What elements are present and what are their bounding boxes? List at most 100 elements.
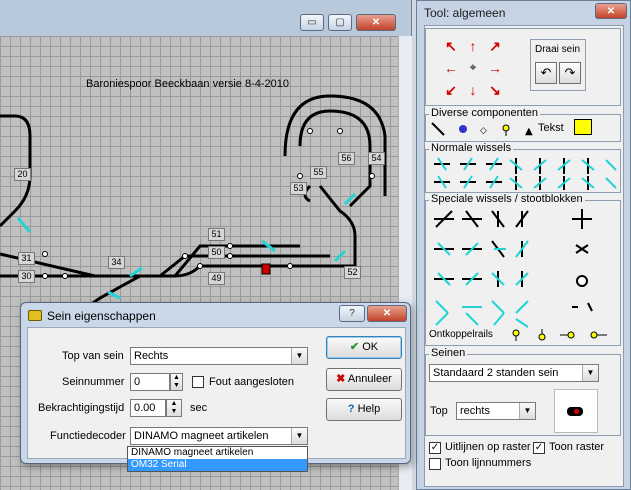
minimize-button[interactable]: ▭ <box>300 14 324 31</box>
tool-close-button[interactable]: ✕ <box>595 3 627 19</box>
top-select[interactable]: rechts ▼ <box>456 402 536 420</box>
top-van-sein-value: Rechts <box>134 350 169 362</box>
track-label-55: 55 <box>310 166 327 179</box>
bekrachtigingstijd-label: Bekrachtigingstijd <box>38 402 125 414</box>
help-button[interactable]: ? Help <box>326 398 402 421</box>
annuleer-button[interactable]: ✖ Annuleer <box>326 368 402 391</box>
seinnummer-label: Seinnummer <box>62 376 125 388</box>
signal-marker[interactable] <box>261 263 271 275</box>
toon-lijnnummers-label: Toon lijnnummers <box>445 457 532 469</box>
chevron-down-icon: ▼ <box>291 348 307 364</box>
signal-preview-body <box>567 407 583 416</box>
fout-aangesloten-checkbox[interactable] <box>192 376 204 388</box>
ok-button-label: OK <box>362 341 379 353</box>
arrow-right-icon[interactable]: → <box>488 61 502 75</box>
svg-text:◇: ◇ <box>480 126 487 136</box>
rotate-right-button[interactable]: ↷ <box>559 62 581 84</box>
dialog-app-icon <box>28 310 42 321</box>
ontkoppelrails-label: Ontkoppelrails <box>429 329 493 340</box>
seinen-select-value: Standaard 2 standen sein <box>433 367 559 379</box>
arrow-down-left-icon[interactable]: ↙ <box>444 83 458 97</box>
top-van-sein-label: Top van sein <box>62 350 124 362</box>
arrow-up-left-icon[interactable]: ↖ <box>444 39 458 53</box>
toon-lijnnummers-checkbox[interactable] <box>429 458 441 470</box>
tool-window: Tool: algemeen ✕ ↖ ↑ ↗ ← ⌖ → ↙ ↓ ↘ Draai… <box>416 0 631 490</box>
help-button-label: Help <box>357 403 381 415</box>
chevron-down-icon: ▼ <box>291 428 307 444</box>
seinen-label: Seinen <box>429 347 468 359</box>
window-caption-buttons: ▭ ▢ ✕ <box>300 14 410 34</box>
draai-sein-group: Draai sein ↶ ↷ <box>530 39 586 91</box>
dropdown-option-om32[interactable]: OM32 Serial <box>128 459 307 471</box>
seinen-select[interactable]: Standaard 2 standen sein ▼ <box>429 364 599 382</box>
track-label-54: 54 <box>368 152 385 165</box>
uitlijnen-checkbox[interactable]: ✓ <box>429 442 441 454</box>
normale-wissels-group: Normale wissels <box>425 142 621 193</box>
toon-raster-label: Toon raster <box>549 441 605 453</box>
checkmark-icon: ✔ <box>349 341 360 353</box>
diverse-label: Diverse componenten <box>429 107 541 119</box>
dialog-body: Top van sein Rechts ▼ Seinnummer 0 ▲ ▼ Fo… <box>27 327 406 459</box>
speciale-wissels-label: Speciale wissels / stootblokken <box>429 193 585 205</box>
maximize-button[interactable]: ▢ <box>328 14 352 31</box>
pointer-icon[interactable]: ⌖ <box>466 61 480 75</box>
top-label: Top <box>430 405 448 417</box>
toon-raster-checkbox[interactable]: ✓ <box>533 442 545 454</box>
draai-sein-label: Draai sein <box>535 44 581 55</box>
track-label-34: 34 <box>108 256 125 269</box>
color-swatch[interactable] <box>574 119 592 135</box>
svg-text:▲: ▲ <box>525 126 533 137</box>
speciale-wissels-tools[interactable] <box>432 209 618 329</box>
speciale-wissels-group: Speciale wissels / stootblokken Ontkoppe… <box>425 193 621 346</box>
uitlijnen-label: Uitlijnen op raster <box>445 441 531 453</box>
dropdown-option-dinamo[interactable]: DINAMO magneet artikelen <box>128 447 307 459</box>
tekst-label[interactable]: Tekst <box>538 122 564 134</box>
normale-wissels-label: Normale wissels <box>429 142 514 154</box>
help-question-icon: ? <box>347 403 355 415</box>
functiedecoder-value: DINAMO magneet artikelen <box>134 430 269 442</box>
track-label-31: 31 <box>18 252 35 265</box>
arrow-up-right-icon[interactable]: ↗ <box>488 39 502 53</box>
dialog-help-caption-button[interactable]: ? <box>339 305 365 322</box>
track-label-50: 50 <box>208 246 225 259</box>
track-label-20: 20 <box>14 168 31 181</box>
tool-window-title: Tool: algemeen <box>424 6 506 20</box>
track-label-30: 30 <box>18 270 35 283</box>
track-label-49: 49 <box>208 272 225 285</box>
track-label-56: 56 <box>338 152 355 165</box>
chevron-down-icon: ▼ <box>582 365 598 381</box>
fout-aangesloten-label: Fout aangesloten <box>209 376 295 388</box>
layout-title: Baroniespoor Beeckbaan versie 8-4-2010 <box>86 78 290 90</box>
seinnummer-stepper[interactable]: ▲ ▼ <box>170 373 183 391</box>
arrow-left-icon[interactable]: ← <box>444 61 458 75</box>
arrow-down-right-icon[interactable]: ↘ <box>488 83 502 97</box>
dialog-close-button[interactable]: ✕ <box>367 305 407 322</box>
ontkoppelrails-tools[interactable] <box>510 327 620 343</box>
bekrachtigingstijd-stepper[interactable]: ▲ ▼ <box>166 399 182 417</box>
arrow-up-icon[interactable]: ↑ <box>466 39 480 53</box>
arrow-down-icon[interactable]: ↓ <box>466 83 480 97</box>
top-select-value: rechts <box>460 405 490 417</box>
seinen-group: Seinen Standaard 2 standen sein ▼ Top re… <box>425 347 621 436</box>
cancel-x-icon: ✖ <box>336 373 346 385</box>
bekrachtigingstijd-input[interactable]: 0.00 <box>130 399 166 417</box>
sec-label: sec <box>190 402 208 414</box>
track-label-51: 51 <box>208 228 225 241</box>
diverse-group: Diverse componenten ◇ ▲ Tekst <box>425 107 621 142</box>
chevron-down-icon: ▼ <box>519 403 535 419</box>
functiedecoder-label: Functiedecoder <box>50 430 126 442</box>
close-button[interactable]: ✕ <box>356 14 396 31</box>
ok-button[interactable]: ✔ OK <box>326 336 402 359</box>
direction-group: ↖ ↑ ↗ ← ⌖ → ↙ ↓ ↘ Draai sein ↶ ↷ <box>425 28 621 106</box>
signal-light-icon <box>574 409 579 414</box>
track-label-53: 53 <box>290 182 307 195</box>
dialog-title: Sein eigenschappen <box>47 309 156 323</box>
rotate-left-button[interactable]: ↶ <box>535 62 557 84</box>
annuleer-button-label: Annuleer <box>347 373 392 385</box>
functiedecoder-select[interactable]: DINAMO magneet artikelen ▼ <box>130 427 308 445</box>
signal-preview <box>554 389 598 433</box>
track-label-52: 52 <box>344 266 361 279</box>
seinnummer-input[interactable]: 0 <box>130 373 170 391</box>
top-van-sein-select[interactable]: Rechts ▼ <box>130 347 308 365</box>
normale-wissels-tools[interactable] <box>430 156 618 190</box>
